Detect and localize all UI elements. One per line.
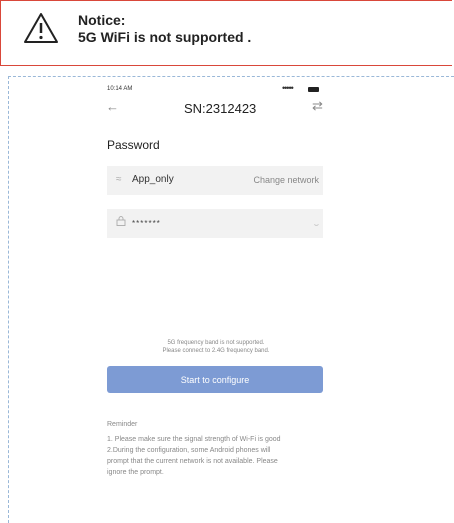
page-title: SN:2312423 xyxy=(184,101,257,116)
reminder-line: prompt that the current network is not a… xyxy=(107,458,278,465)
reminder-line: 2.During the configuration, some Android… xyxy=(107,447,271,454)
notice-title: Notice: xyxy=(78,12,126,28)
reminder-line: ignore the prompt. xyxy=(107,469,164,476)
password-value[interactable]: ******* xyxy=(132,219,161,228)
dashed-divider-top xyxy=(8,76,454,77)
warning-icon xyxy=(24,13,58,43)
band-notice-line: Please connect to 2.4G frequency band. xyxy=(162,348,270,354)
back-arrow-icon[interactable]: ← xyxy=(106,99,119,114)
eye-closed-icon[interactable]: ⌣ xyxy=(314,220,319,230)
dashed-divider-left xyxy=(8,76,9,523)
start-configure-button[interactable]: Start to configure xyxy=(107,366,323,393)
reminder-line: 1. Please make sure the signal strength … xyxy=(107,436,281,443)
status-time: 10:14 AM xyxy=(107,86,133,92)
swap-arrows-icon[interactable]: ⇄ xyxy=(312,98,323,114)
network-field[interactable]: ≈ App_only Change network xyxy=(107,166,323,195)
band-notice-line: 5G frequency band is not supported. xyxy=(167,340,265,346)
notice-message: 5G WiFi is not supported . xyxy=(78,29,252,45)
password-section-title: Password xyxy=(107,138,160,152)
change-network-link[interactable]: Change network xyxy=(253,175,319,185)
reminder-text: 1. Please make sure the signal strength … xyxy=(107,434,329,478)
wifi-icon: ≈ xyxy=(116,174,122,185)
signal-icon: ••••• xyxy=(282,83,294,93)
notice-banner: Notice: 5G WiFi is not supported . xyxy=(0,0,452,66)
phone-screen: 10:14 AM ••••• ← SN:2312423 ⇄ Password ≈… xyxy=(104,82,328,523)
network-name: App_only xyxy=(132,174,174,185)
battery-icon xyxy=(308,87,319,92)
lock-icon xyxy=(116,216,126,226)
band-notice: 5G frequency band is not supported. Plea… xyxy=(104,339,328,355)
password-field[interactable]: ******* ⌣ xyxy=(107,209,323,238)
reminder-title: Reminder xyxy=(107,421,138,428)
